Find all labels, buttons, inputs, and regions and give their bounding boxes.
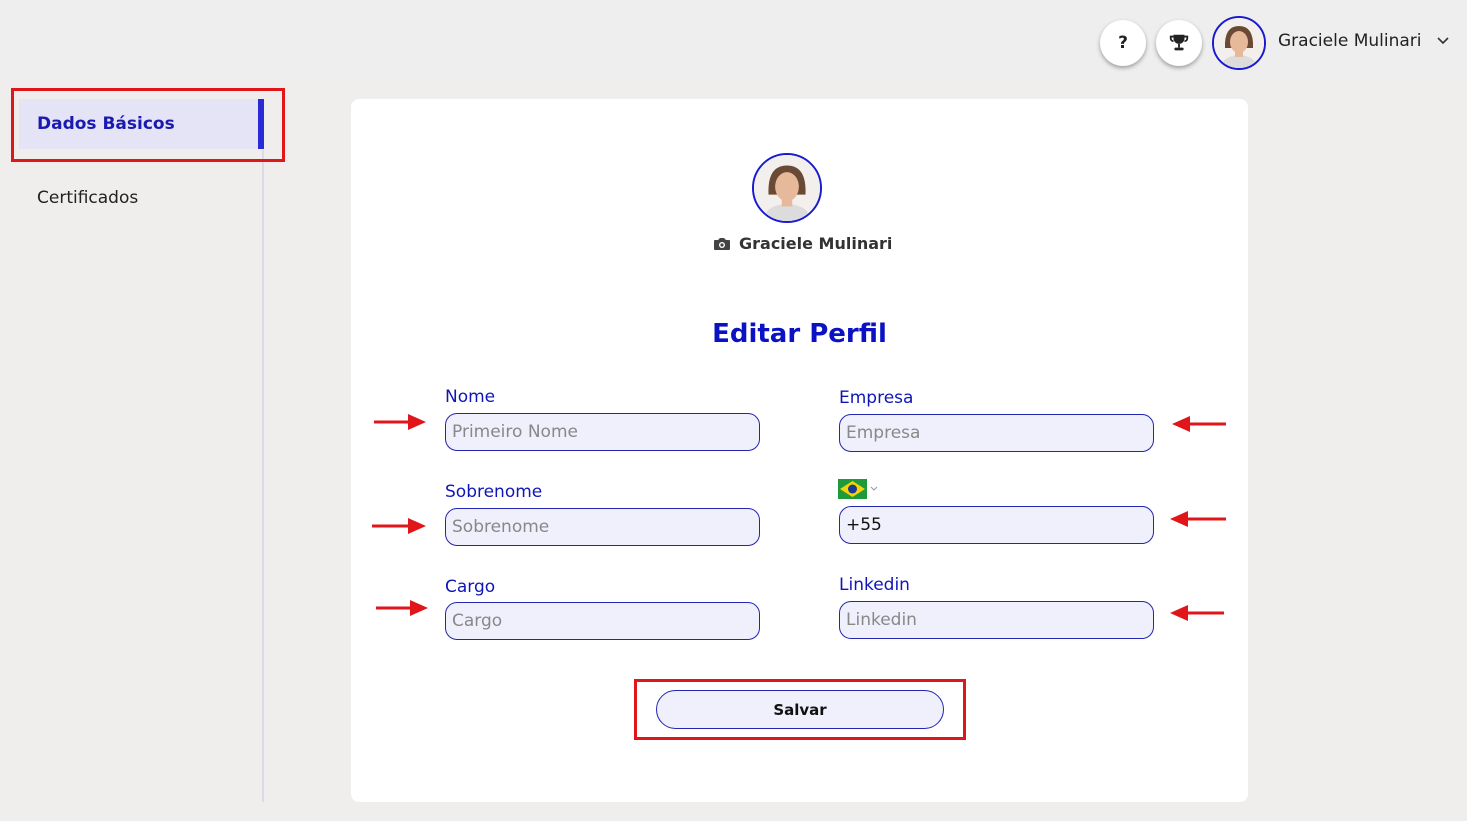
sidebar-item-label: Certificados	[37, 188, 139, 208]
trophy-button[interactable]	[1156, 20, 1202, 66]
user-name[interactable]: Graciele Mulinari	[1278, 31, 1422, 51]
profile-name-row: Graciele Mulinari	[713, 234, 892, 253]
empresa-label: Empresa	[839, 388, 914, 408]
chevron-down-icon[interactable]	[1436, 34, 1450, 48]
arrow-left-icon	[1172, 416, 1226, 432]
save-button[interactable]: Salvar	[656, 690, 944, 729]
cargo-label: Cargo	[445, 577, 496, 597]
telefone-input[interactable]	[839, 506, 1154, 544]
avatar-photo	[1214, 18, 1264, 68]
help-icon: ?	[1118, 33, 1128, 53]
trophy-icon	[1169, 34, 1189, 51]
active-indicator	[258, 99, 264, 149]
arrow-right-icon	[376, 600, 428, 616]
user-avatar[interactable]	[1212, 16, 1266, 70]
sidebar-item-label: Dados Básicos	[37, 114, 175, 134]
chevron-down-icon	[870, 486, 878, 491]
profile-avatar[interactable]	[752, 153, 822, 223]
cargo-input[interactable]	[445, 602, 760, 640]
sidebar-divider	[262, 150, 264, 802]
arrow-right-icon	[374, 414, 426, 430]
sobrenome-label: Sobrenome	[445, 482, 543, 502]
avatar-photo	[754, 155, 820, 221]
help-button[interactable]: ?	[1100, 20, 1146, 66]
linkedin-label: Linkedin	[839, 575, 910, 595]
arrow-right-icon	[372, 518, 426, 534]
arrow-left-icon	[1170, 511, 1226, 527]
linkedin-input[interactable]	[839, 601, 1154, 639]
country-selector[interactable]	[838, 479, 878, 499]
camera-icon[interactable]	[713, 236, 731, 252]
profile-name: Graciele Mulinari	[739, 234, 893, 253]
arrow-left-icon	[1170, 605, 1224, 621]
sidebar-item-dados-basicos[interactable]: Dados Básicos	[19, 99, 264, 149]
sobrenome-input[interactable]	[445, 508, 760, 546]
sidebar-item-certificados[interactable]: Certificados	[37, 188, 138, 208]
brazil-flag-icon	[838, 479, 867, 499]
nome-label: Nome	[445, 387, 496, 407]
top-header: ? Graciele Mulinari	[0, 0, 1467, 80]
page-title: Editar Perfil	[712, 319, 887, 349]
empresa-input[interactable]	[839, 414, 1154, 452]
nome-input[interactable]	[445, 413, 760, 451]
profile-card: Graciele Mulinari Editar Perfil Nome Sob…	[351, 99, 1248, 802]
